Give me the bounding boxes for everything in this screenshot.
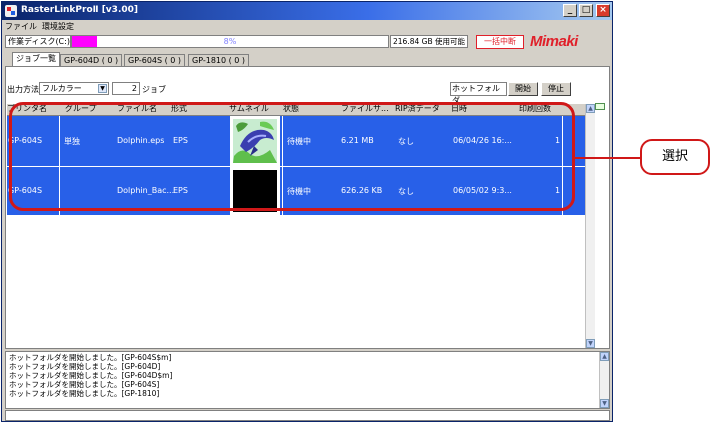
scroll-up-icon[interactable]: ▲ [586, 104, 595, 113]
log-line: ホットフォルダを開始しました。[GP-604S$m] [9, 353, 172, 362]
chevron-down-icon[interactable]: ▼ [98, 84, 107, 93]
app-icon [5, 5, 17, 17]
log-line: ホットフォルダを開始しました。[GP-604D] [9, 362, 161, 371]
scroll-up-icon[interactable]: ▲ [600, 352, 609, 361]
log-line: ホットフォルダを開始しました。[GP-604D$m] [9, 371, 173, 380]
selection-highlight [9, 102, 575, 211]
job-count-unit: ジョブ [142, 85, 166, 94]
hotfolder-label: ホットフォルダ [450, 82, 507, 105]
callout-connector [575, 157, 642, 159]
tab-gp-1810[interactable]: GP-1810 ( 0 ) [188, 54, 250, 66]
disk-status-row: 作業ディスク(C:) 8% 216.84 GB 使用可能 一括中断 Mimaki [2, 33, 612, 51]
main-window: RasterLinkProⅡ [v3.00] _ □ × ファイル 環境設定 作… [1, 1, 613, 422]
job-list-scrollbar[interactable]: ▲ ▼ [585, 104, 595, 348]
scroll-down-icon[interactable]: ▼ [586, 339, 595, 348]
tab-job-list[interactable]: ジョブ一覧 [12, 52, 60, 66]
cancel-all-button[interactable]: 一括中断 [476, 35, 524, 49]
output-method-value: フルカラー [42, 84, 82, 93]
menu-file[interactable]: ファイル [5, 21, 37, 32]
output-method-label: 出力方法 [7, 85, 39, 94]
minimize-button[interactable]: _ [563, 4, 577, 17]
disk-usage-percent: 8% [223, 37, 237, 46]
hotfolder-stop-button[interactable]: 停止 [541, 82, 571, 96]
log-scrollbar[interactable]: ▲ ▼ [599, 352, 609, 408]
scroll-down-icon[interactable]: ▼ [600, 399, 609, 408]
title-bar[interactable]: RasterLinkProⅡ [v3.00] _ □ × [2, 2, 612, 20]
output-method-select[interactable]: フルカラー ▼ [39, 82, 109, 95]
tab-gp-604d[interactable]: GP-604D ( 0 ) [60, 54, 123, 66]
callout-label: 選択 [640, 139, 710, 175]
mimaki-logo: Mimaki [530, 33, 578, 50]
disk-free-space: 216.84 GB 使用可能 [390, 35, 468, 48]
menu-settings[interactable]: 環境設定 [42, 21, 74, 32]
hotfolder-start-button[interactable]: 開始 [508, 82, 538, 96]
tab-gp-604s[interactable]: GP-604S ( 0 ) [124, 54, 186, 66]
menu-bar: ファイル 環境設定 [2, 20, 612, 32]
log-line: ホットフォルダを開始しました。[GP-1810] [9, 389, 160, 398]
log-line: ホットフォルダを開始しました。[GP-604S] [9, 380, 160, 389]
work-disk-label: 作業ディスク(C:) [5, 35, 71, 48]
status-bar [5, 410, 610, 421]
window-title: RasterLinkProⅡ [v3.00] [21, 5, 138, 15]
maximize-button[interactable]: □ [579, 4, 593, 17]
disk-usage-bar: 8% [71, 35, 389, 48]
selection-indicator [595, 103, 605, 110]
close-button[interactable]: × [596, 4, 610, 17]
log-panel: ホットフォルダを開始しました。[GP-604S$m] ホットフォルダを開始しまし… [5, 351, 610, 409]
job-count: 2 [112, 82, 140, 95]
